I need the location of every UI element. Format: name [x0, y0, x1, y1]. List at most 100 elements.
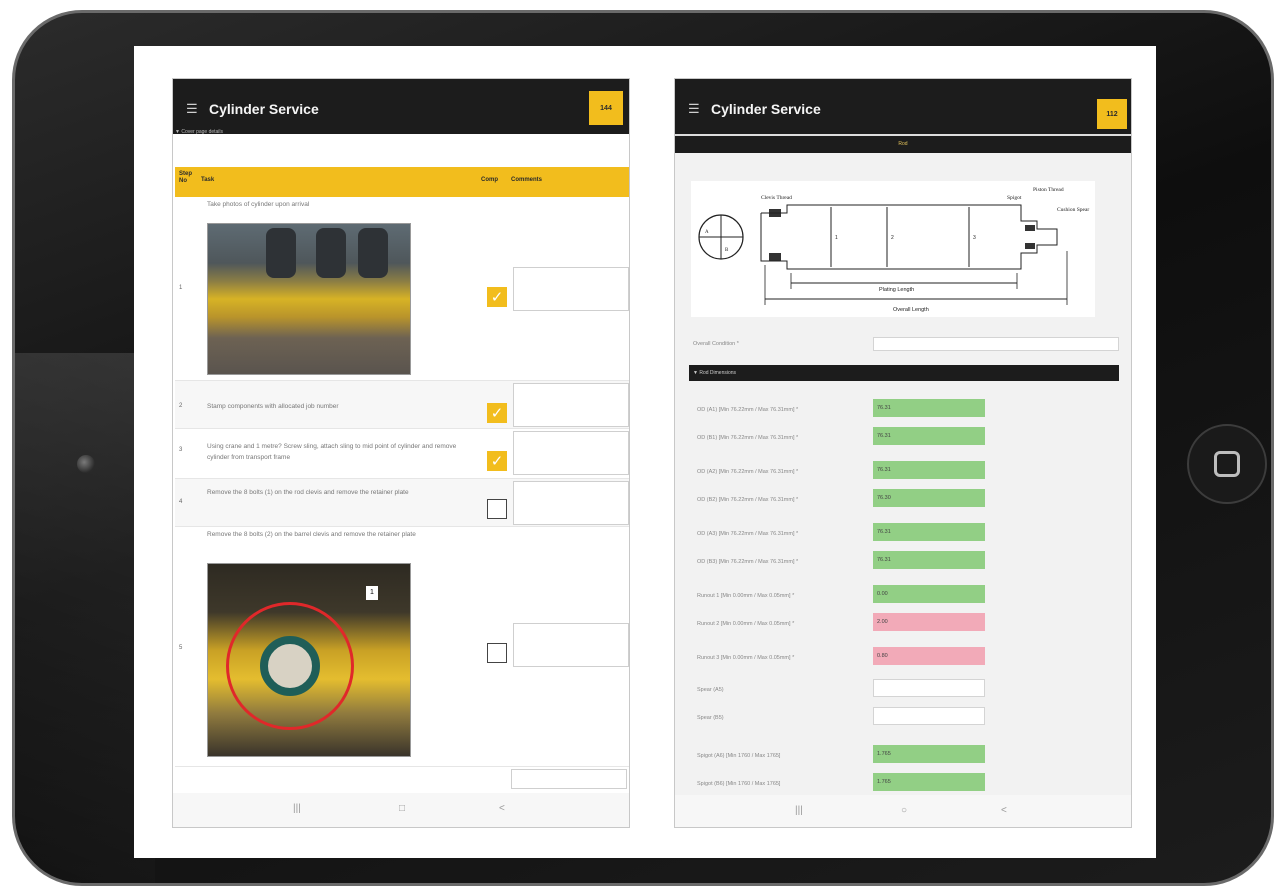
table-row: Remove the 8 bolts (2) on the barrel cle…: [175, 527, 629, 767]
comment-input[interactable]: [511, 769, 627, 789]
col-step: Step No: [179, 171, 193, 184]
step-number: 3: [179, 447, 183, 453]
photo-detail: [266, 228, 296, 278]
step-number: 4: [179, 499, 183, 505]
diagram-clevis-thread: Clevis Thread: [761, 195, 792, 201]
step-number: 2: [179, 403, 183, 409]
col-task: Task: [201, 177, 215, 183]
od-a1-input[interactable]: 76.31: [873, 399, 985, 417]
od-b2-label: OD (B2) [Min 76.22mm / Max 76.31mm] *: [697, 497, 799, 503]
rod-dimensions-section[interactable]: ▼ Rod Dimensions: [689, 365, 1119, 381]
spigot-b6-label: Spigot (B6) [Min 1760 / Max 1765]: [697, 781, 781, 787]
app-title: Cylinder Service: [209, 101, 319, 117]
diagram-mark-3: 3: [973, 235, 976, 241]
diagram-overall-length: Overall Length: [893, 307, 929, 313]
diagram-piston-thread: Piston Thread: [1033, 187, 1064, 193]
step-task: Take photos of cylinder upon arrival: [207, 201, 310, 208]
table-row: 3 Using crane and 1 metre? Screw sling, …: [175, 429, 629, 479]
left-app-window: ☰ Cylinder Service 144 ▼ Cover page deta…: [172, 78, 630, 828]
complete-checkbox[interactable]: ✓: [487, 403, 507, 423]
back-icon[interactable]: <: [499, 803, 505, 814]
table-row: 2 Stamp components with allocated job nu…: [175, 381, 629, 429]
od-b3-input[interactable]: 76.31: [873, 551, 985, 569]
spear-b5-input[interactable]: [873, 707, 985, 725]
diagram-label-a: A: [705, 230, 709, 235]
od-a3-label: OD (A3) [Min 76.22mm / Max 76.31mm] *: [697, 531, 799, 537]
complete-checkbox[interactable]: ✓: [487, 287, 507, 307]
check-icon: ✓: [490, 288, 504, 306]
step-task: Using crane and 1 metre? Screw sling, at…: [207, 443, 457, 461]
hamburger-menu-icon[interactable]: ☰: [186, 101, 198, 117]
recent-apps-icon[interactable]: |||: [293, 803, 301, 814]
od-b3-label: OD (B3) [Min 76.22mm / Max 76.31mm] *: [697, 559, 799, 565]
recent-apps-icon[interactable]: |||: [795, 805, 803, 816]
cylinder-photo: [207, 223, 411, 375]
comment-input[interactable]: [513, 431, 629, 475]
spear-a5-label: Spear (A5): [697, 687, 724, 693]
rod-dimension-diagram: A B 1 2 3 Clevis Thread Spigot Piston Th…: [691, 181, 1095, 317]
job-badge[interactable]: 144: [589, 91, 623, 125]
table-row: Take photos of cylinder upon arrival 1 ✓: [175, 197, 629, 381]
comment-input[interactable]: [513, 623, 629, 667]
check-icon: ✓: [490, 404, 504, 422]
photo-detail: [316, 228, 346, 278]
android-nav-bar: ||| □ <: [173, 793, 629, 827]
spigot-b6-input[interactable]: 1.765: [873, 773, 985, 791]
diagram-mark-2: 2: [891, 235, 894, 241]
left-app-bar: ☰ Cylinder Service 144 ▼ Cover page deta…: [173, 79, 629, 135]
col-comp: Comp: [481, 177, 498, 183]
od-b1-label: OD (B1) [Min 76.22mm / Max 76.31mm] *: [697, 435, 799, 441]
hamburger-menu-icon[interactable]: ☰: [688, 101, 700, 117]
spigot-a6-input[interactable]: 1.765: [873, 745, 985, 763]
runout-1-input[interactable]: 0.00: [873, 585, 985, 603]
diagram-mark-1: 1: [835, 235, 838, 241]
job-badge[interactable]: 112: [1097, 99, 1127, 129]
overall-condition-label: Overall Condition *: [693, 341, 739, 347]
step-number: 1: [179, 285, 183, 291]
col-comments: Comments: [511, 177, 543, 183]
cover-page-toggle[interactable]: ▼ Cover page details: [175, 129, 223, 135]
home-button-icon: [1214, 451, 1240, 477]
tablet-screen: ☰ Cylinder Service 144 ▼ Cover page deta…: [134, 46, 1156, 858]
home-button[interactable]: [1187, 424, 1267, 504]
od-a2-label: OD (A2) [Min 76.22mm / Max 76.31mm] *: [697, 469, 799, 475]
od-b1-input[interactable]: 76.31: [873, 427, 985, 445]
table-row: 4 Remove the 8 bolts (1) on the rod clev…: [175, 479, 629, 527]
overall-condition-input[interactable]: [873, 337, 1119, 351]
back-icon[interactable]: <: [1001, 805, 1007, 816]
complete-checkbox[interactable]: [487, 499, 507, 519]
complete-checkbox[interactable]: [487, 643, 507, 663]
task-table-header: Step No Task Comp Comments: [175, 167, 629, 197]
clevis-hub: [260, 636, 320, 696]
home-icon[interactable]: ○: [901, 805, 907, 816]
od-a2-input[interactable]: 76.31: [873, 461, 985, 479]
diagram-plating-length: Plating Length: [879, 287, 914, 293]
check-icon: ✓: [490, 452, 504, 470]
spear-a5-input[interactable]: [873, 679, 985, 697]
photo-callout: 1: [366, 586, 378, 600]
od-a1-label: OD (A1) [Min 76.22mm / Max 76.31mm] *: [697, 407, 799, 413]
comment-input[interactable]: [513, 481, 629, 525]
comment-input[interactable]: [513, 383, 629, 427]
android-nav-bar: ||| ○ <: [675, 795, 1131, 827]
runout-3-label: Runout 3 [Min 0.00mm / Max 0.05mm] *: [697, 655, 795, 661]
spigot-a6-label: Spigot (A6) [Min 1760 / Max 1765]: [697, 753, 781, 759]
right-app-bar: ☰ Cylinder Service 112: [675, 79, 1131, 134]
comment-input[interactable]: [513, 267, 629, 311]
spear-b5-label: Spear (B5): [697, 715, 724, 721]
right-app-window: ☰ Cylinder Service 112 Rod A B 1 2 3 Cle…: [674, 78, 1132, 828]
od-b2-input[interactable]: 76.30: [873, 489, 985, 507]
app-title: Cylinder Service: [711, 101, 821, 117]
runout-2-input[interactable]: 2.00: [873, 613, 985, 631]
step-task: Stamp components with allocated job numb…: [207, 403, 339, 410]
photo-detail: [358, 228, 388, 278]
barrel-clevis-photo: 1: [207, 563, 411, 757]
tab-rod[interactable]: Rod: [675, 136, 1131, 153]
diagram-spigot: Spigot: [1007, 195, 1022, 201]
home-icon[interactable]: □: [399, 803, 405, 814]
runout-3-input[interactable]: 0.80: [873, 647, 985, 665]
diagram-cushion-spear: Cushion Spear: [1057, 207, 1089, 213]
od-a3-input[interactable]: 76.31: [873, 523, 985, 541]
complete-checkbox[interactable]: ✓: [487, 451, 507, 471]
step-task: Remove the 8 bolts (2) on the barrel cle…: [207, 531, 416, 538]
